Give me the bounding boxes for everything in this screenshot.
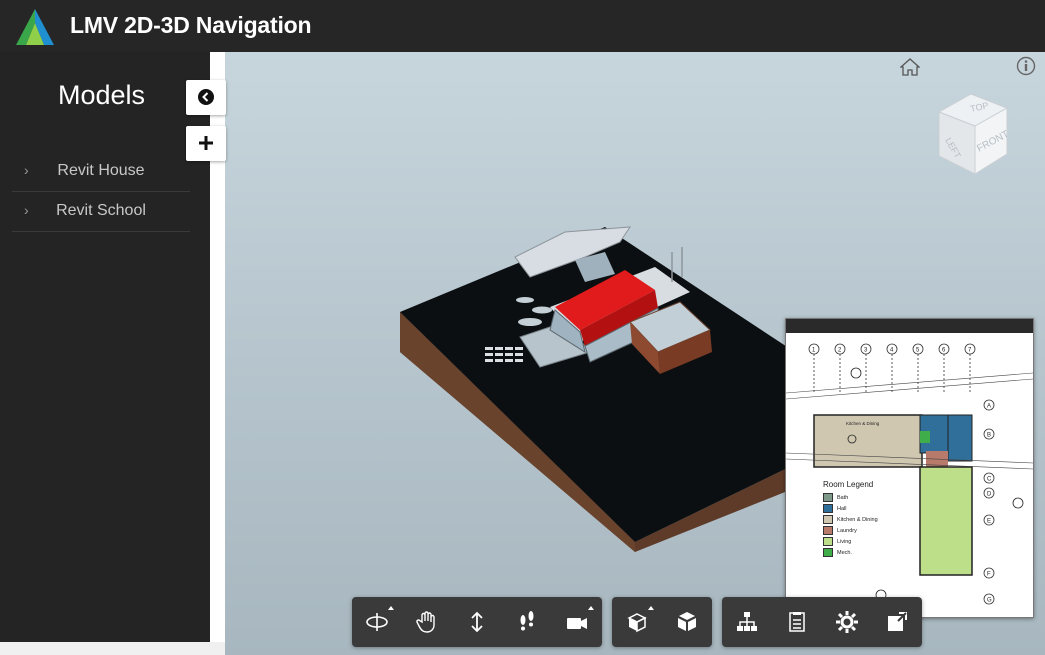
settings-icon xyxy=(836,611,858,633)
minimap-titlebar xyxy=(786,319,1033,333)
cube-button[interactable] xyxy=(662,597,712,647)
caret-up-icon xyxy=(648,606,654,610)
grid-number-label: 3 xyxy=(864,348,868,354)
explode-icon xyxy=(627,613,647,633)
grid-letter-label: F xyxy=(987,572,991,578)
legend-item-bath: Bath xyxy=(823,493,848,502)
sidebar-title: Models xyxy=(57,80,146,110)
grid-number-label: 7 xyxy=(968,348,972,354)
floorplan-drawing[interactable]: 1 2 3 4 5 6 7 Kitchen & Dining A B C D E F G xyxy=(786,333,1033,617)
room-label: Kitchen & Dining xyxy=(846,421,880,426)
walk-button[interactable] xyxy=(502,597,552,647)
model-item-revit-house[interactable]: › Revit House xyxy=(12,153,190,192)
legend-item-laundry: Laundry xyxy=(823,526,857,535)
info-icon[interactable] xyxy=(1016,56,1036,76)
model-item-label: Revit House xyxy=(57,162,145,179)
orbit-button[interactable] xyxy=(352,597,402,647)
cube-icon xyxy=(678,612,696,631)
explode-button[interactable] xyxy=(612,597,662,647)
collapse-sidebar-button[interactable] xyxy=(186,80,226,115)
viewcube[interactable]: TOP LEFT FRONT xyxy=(929,90,1015,178)
camera-icon xyxy=(567,618,587,629)
grid-number-label: 5 xyxy=(916,348,920,354)
app-header: LMV 2D-3D Navigation xyxy=(0,0,1045,52)
navigation-toolbar xyxy=(352,597,602,647)
app-title: LMV 2D-3D Navigation xyxy=(70,12,312,38)
camera-button[interactable] xyxy=(552,597,602,647)
grid-letter-label: D xyxy=(987,492,992,498)
grid-letter-label: A xyxy=(987,404,991,410)
walk-icon xyxy=(520,611,534,631)
fullscreen-button[interactable] xyxy=(872,597,922,647)
grid-number-label: 2 xyxy=(838,348,842,354)
settings-button[interactable] xyxy=(822,597,872,647)
model-toolbar xyxy=(612,597,712,647)
plus-icon xyxy=(199,136,213,150)
pan-button[interactable] xyxy=(402,597,452,647)
grid-number-label: 4 xyxy=(890,348,894,354)
grid-letter-label: B xyxy=(987,433,991,439)
caret-up-icon xyxy=(388,606,394,610)
legend-item-mech: Mech. xyxy=(823,548,852,557)
model-item-label: Revit School xyxy=(56,202,146,219)
settings-toolbar xyxy=(722,597,922,647)
grid-number-label: 1 xyxy=(812,348,816,354)
grid-letter-label: E xyxy=(987,519,991,525)
model-browser-icon xyxy=(737,612,757,631)
home-icon[interactable] xyxy=(900,58,920,76)
floorplan-minimap[interactable]: 1 2 3 4 5 6 7 Kitchen & Dining A B C D E F G Room Le… xyxy=(785,318,1034,618)
model-browser-button[interactable] xyxy=(722,597,772,647)
legend-item-kitchen: Kitchen & Dining xyxy=(823,515,878,524)
3d-viewer[interactable]: TOP LEFT FRONT 1 2 3 4 5 6 7 Kitchen & D… xyxy=(225,52,1045,655)
add-model-button[interactable] xyxy=(186,126,226,161)
orbit-icon xyxy=(366,613,388,631)
legend-item-hall: Hall xyxy=(823,504,846,513)
caret-up-icon xyxy=(588,606,594,610)
chevron-left-circle-icon xyxy=(198,89,214,105)
properties-icon xyxy=(789,612,805,632)
sidebar-footer xyxy=(0,642,225,655)
zoom-button[interactable] xyxy=(452,597,502,647)
grid-letter-label: G xyxy=(987,598,992,604)
pan-icon xyxy=(416,611,435,633)
models-sidebar: Models › Revit House › Revit School xyxy=(0,52,210,642)
grid-number-label: 6 xyxy=(942,348,946,354)
properties-button[interactable] xyxy=(772,597,822,647)
legend-item-living: Living xyxy=(823,537,851,546)
autodesk-logo-icon xyxy=(16,9,54,45)
grid-letter-label: C xyxy=(987,477,992,483)
model-item-revit-school[interactable]: › Revit School xyxy=(12,193,190,232)
zoom-icon xyxy=(471,611,483,633)
legend-title: Room Legend xyxy=(823,480,874,489)
fullscreen-icon xyxy=(888,612,907,631)
